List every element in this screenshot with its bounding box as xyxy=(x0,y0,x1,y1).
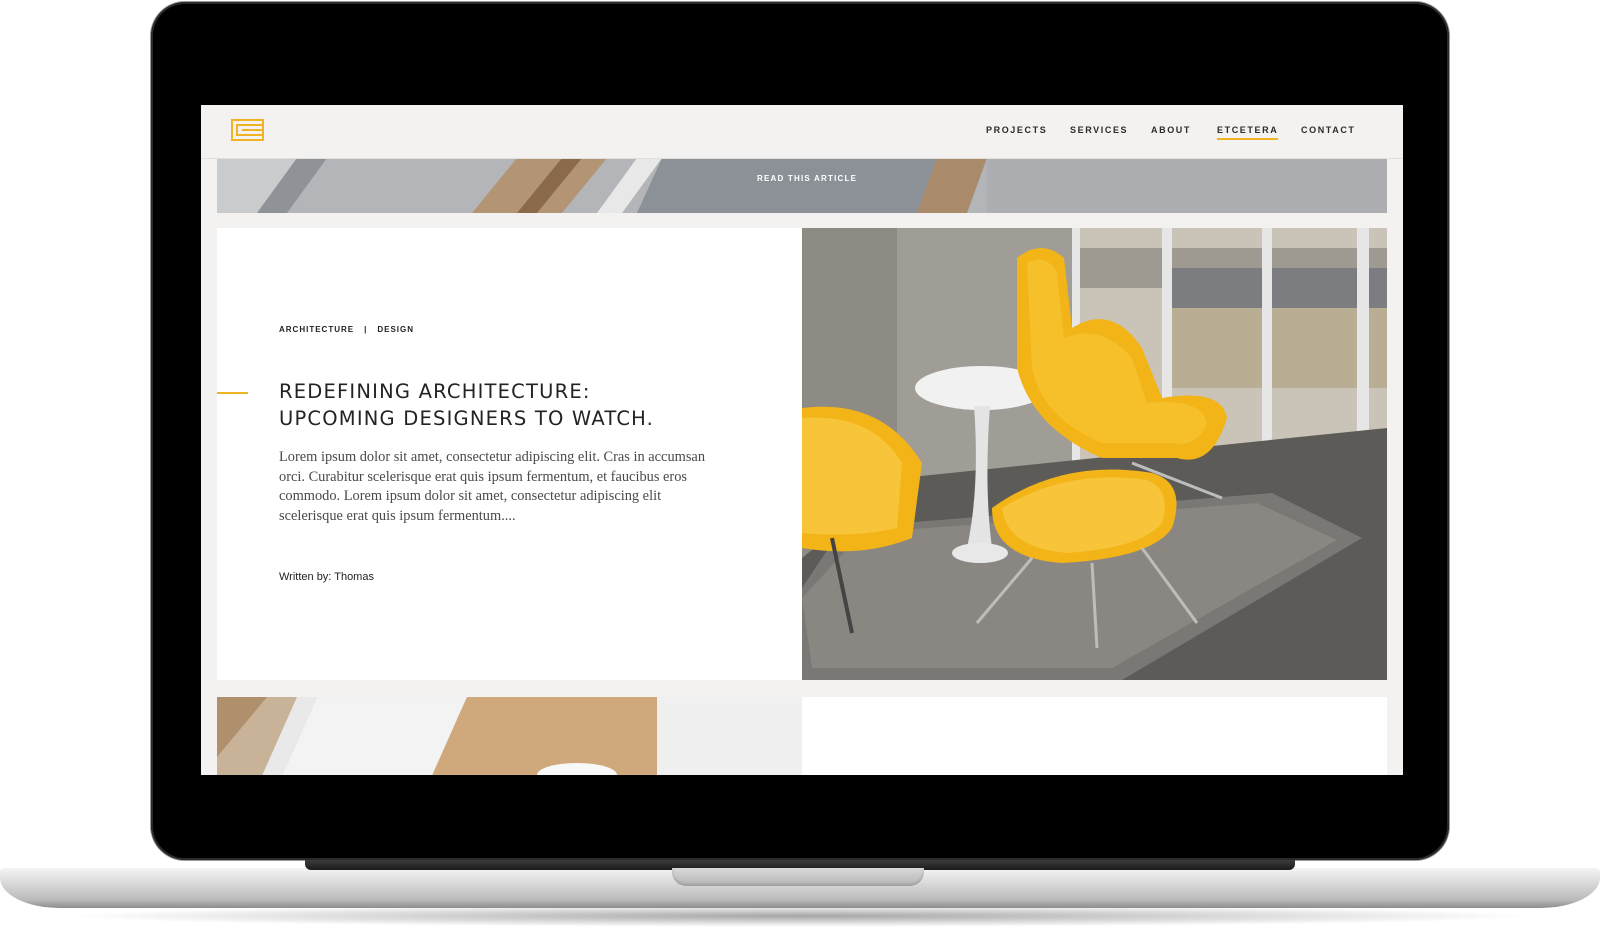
article-tags: ARCHITECTURE | DESIGN xyxy=(279,325,414,334)
next-article-text-panel xyxy=(802,697,1387,775)
nav-about[interactable]: ABOUT xyxy=(1151,125,1191,135)
tag-separator: | xyxy=(364,325,368,334)
browser-screen: PROJECTS SERVICES ABOUT ETCETERA CONTACT… xyxy=(201,105,1403,775)
nav-etcetera[interactable]: ETCETERA xyxy=(1217,125,1279,140)
brand-logo-icon[interactable] xyxy=(231,119,264,141)
title-accent-line xyxy=(217,392,248,394)
article-excerpt: Lorem ipsum dolor sit amet, consectetur … xyxy=(279,449,706,524)
article-text-panel: ARCHITECTURE | DESIGN REDEFINING ARCHITECT… xyxy=(217,228,802,680)
article-hero-image[interactable] xyxy=(802,228,1387,680)
tag-design[interactable]: DESIGN xyxy=(377,325,414,334)
article-title-line1: REDEFINING ARCHITECTURE: xyxy=(279,380,591,403)
nav-contact[interactable]: CONTACT xyxy=(1301,125,1356,135)
nav-services[interactable]: SERVICES xyxy=(1070,125,1128,135)
top-navigation: PROJECTS SERVICES ABOUT ETCETERA CONTACT xyxy=(201,105,1403,159)
banner-image xyxy=(217,158,1387,213)
previous-article-banner[interactable]: READ THIS ARTICLE xyxy=(217,158,1387,213)
article-card: ARCHITECTURE | DESIGN REDEFINING ARCHITECT… xyxy=(217,228,1387,680)
laptop-shadow xyxy=(60,905,1540,927)
yellow-chairs-photo xyxy=(802,228,1387,680)
laptop-notch xyxy=(672,868,924,886)
read-article-link[interactable]: READ THIS ARTICLE xyxy=(757,174,857,183)
article-title-line2: UPCOMING DESIGNERS TO WATCH. xyxy=(279,407,655,430)
next-article-photo xyxy=(217,697,802,775)
article-author: Written by: Thomas xyxy=(279,571,374,583)
tag-architecture[interactable]: ARCHITECTURE xyxy=(279,325,354,334)
nav-projects[interactable]: PROJECTS xyxy=(986,125,1047,135)
next-article-image[interactable] xyxy=(217,697,802,775)
article-title[interactable]: REDEFINING ARCHITECTURE: UPCOMING DESIGN… xyxy=(279,378,729,432)
